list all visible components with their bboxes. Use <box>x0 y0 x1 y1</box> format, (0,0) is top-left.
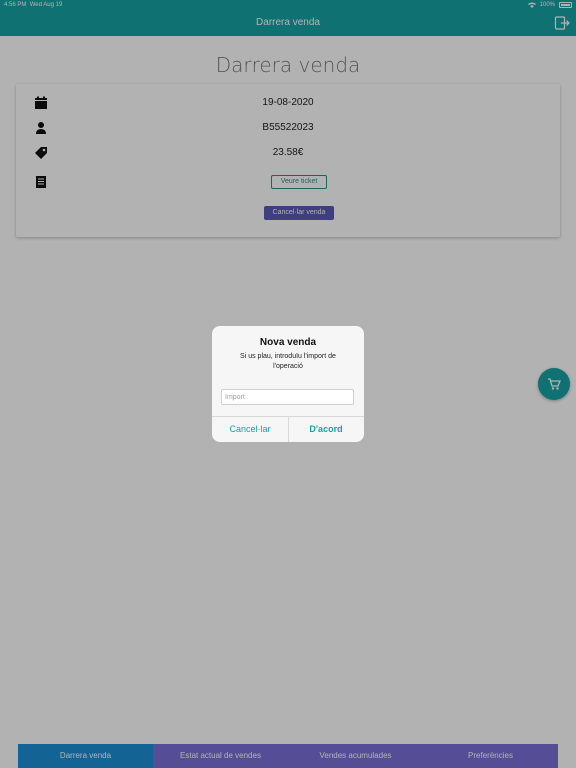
dialog-title: Nova venda <box>259 337 317 348</box>
dialog-message: Si us plau, introduïu l'import de l'oper… <box>240 353 336 370</box>
new-sale-dialog: Nova venda Si us plau, introduïu l'impor… <box>212 326 364 442</box>
dialog-cancel-button[interactable]: Cancel·lar <box>212 417 288 442</box>
dialog-ok-button[interactable]: D'acord <box>288 417 364 442</box>
amount-input[interactable] <box>221 389 354 405</box>
